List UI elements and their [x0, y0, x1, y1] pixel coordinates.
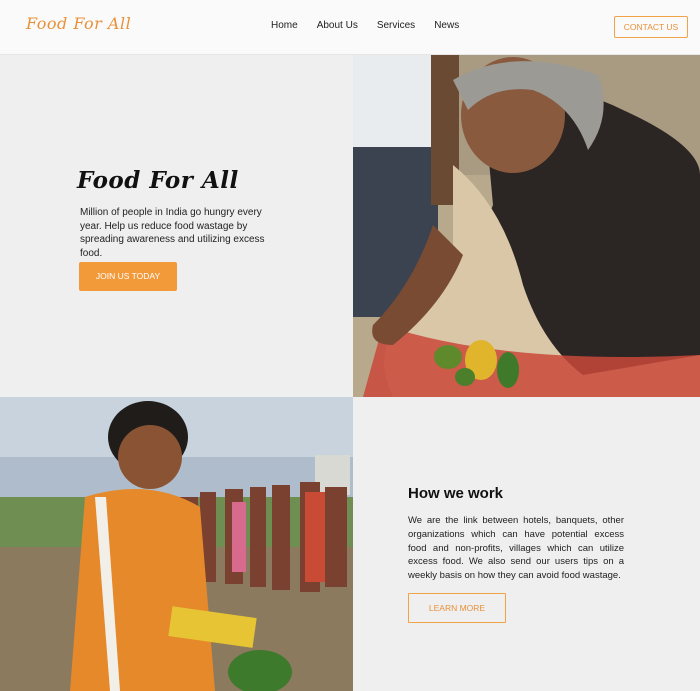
- how-we-work-title: How we work: [408, 485, 504, 502]
- logo[interactable]: Food For All: [26, 14, 131, 33]
- how-we-work-section: How we work We are the link between hote…: [353, 397, 700, 691]
- hero-section: Food For All Million of people in India …: [0, 55, 353, 397]
- woman-with-mangoes-photo: [353, 55, 700, 397]
- contact-us-button[interactable]: CONTACT US: [614, 16, 688, 38]
- nav-news[interactable]: News: [434, 20, 459, 31]
- nav-about-us[interactable]: About Us: [317, 20, 358, 31]
- hero-description: Million of people in India go hungry eve…: [80, 207, 265, 259]
- nav-services[interactable]: Services: [377, 20, 415, 31]
- site-header: Food For All Home About Us Services News…: [0, 0, 700, 55]
- main-nav: Home About Us Services News: [271, 20, 478, 31]
- nav-home[interactable]: Home: [271, 20, 298, 31]
- join-us-button[interactable]: JOIN US TODAY: [79, 262, 177, 291]
- how-we-work-description: We are the link between hotels, banquets…: [408, 515, 624, 582]
- hero-title: Food For All: [77, 167, 239, 194]
- learn-more-button[interactable]: LEARN MORE: [408, 593, 506, 623]
- boy-with-food-photo: [0, 397, 353, 691]
